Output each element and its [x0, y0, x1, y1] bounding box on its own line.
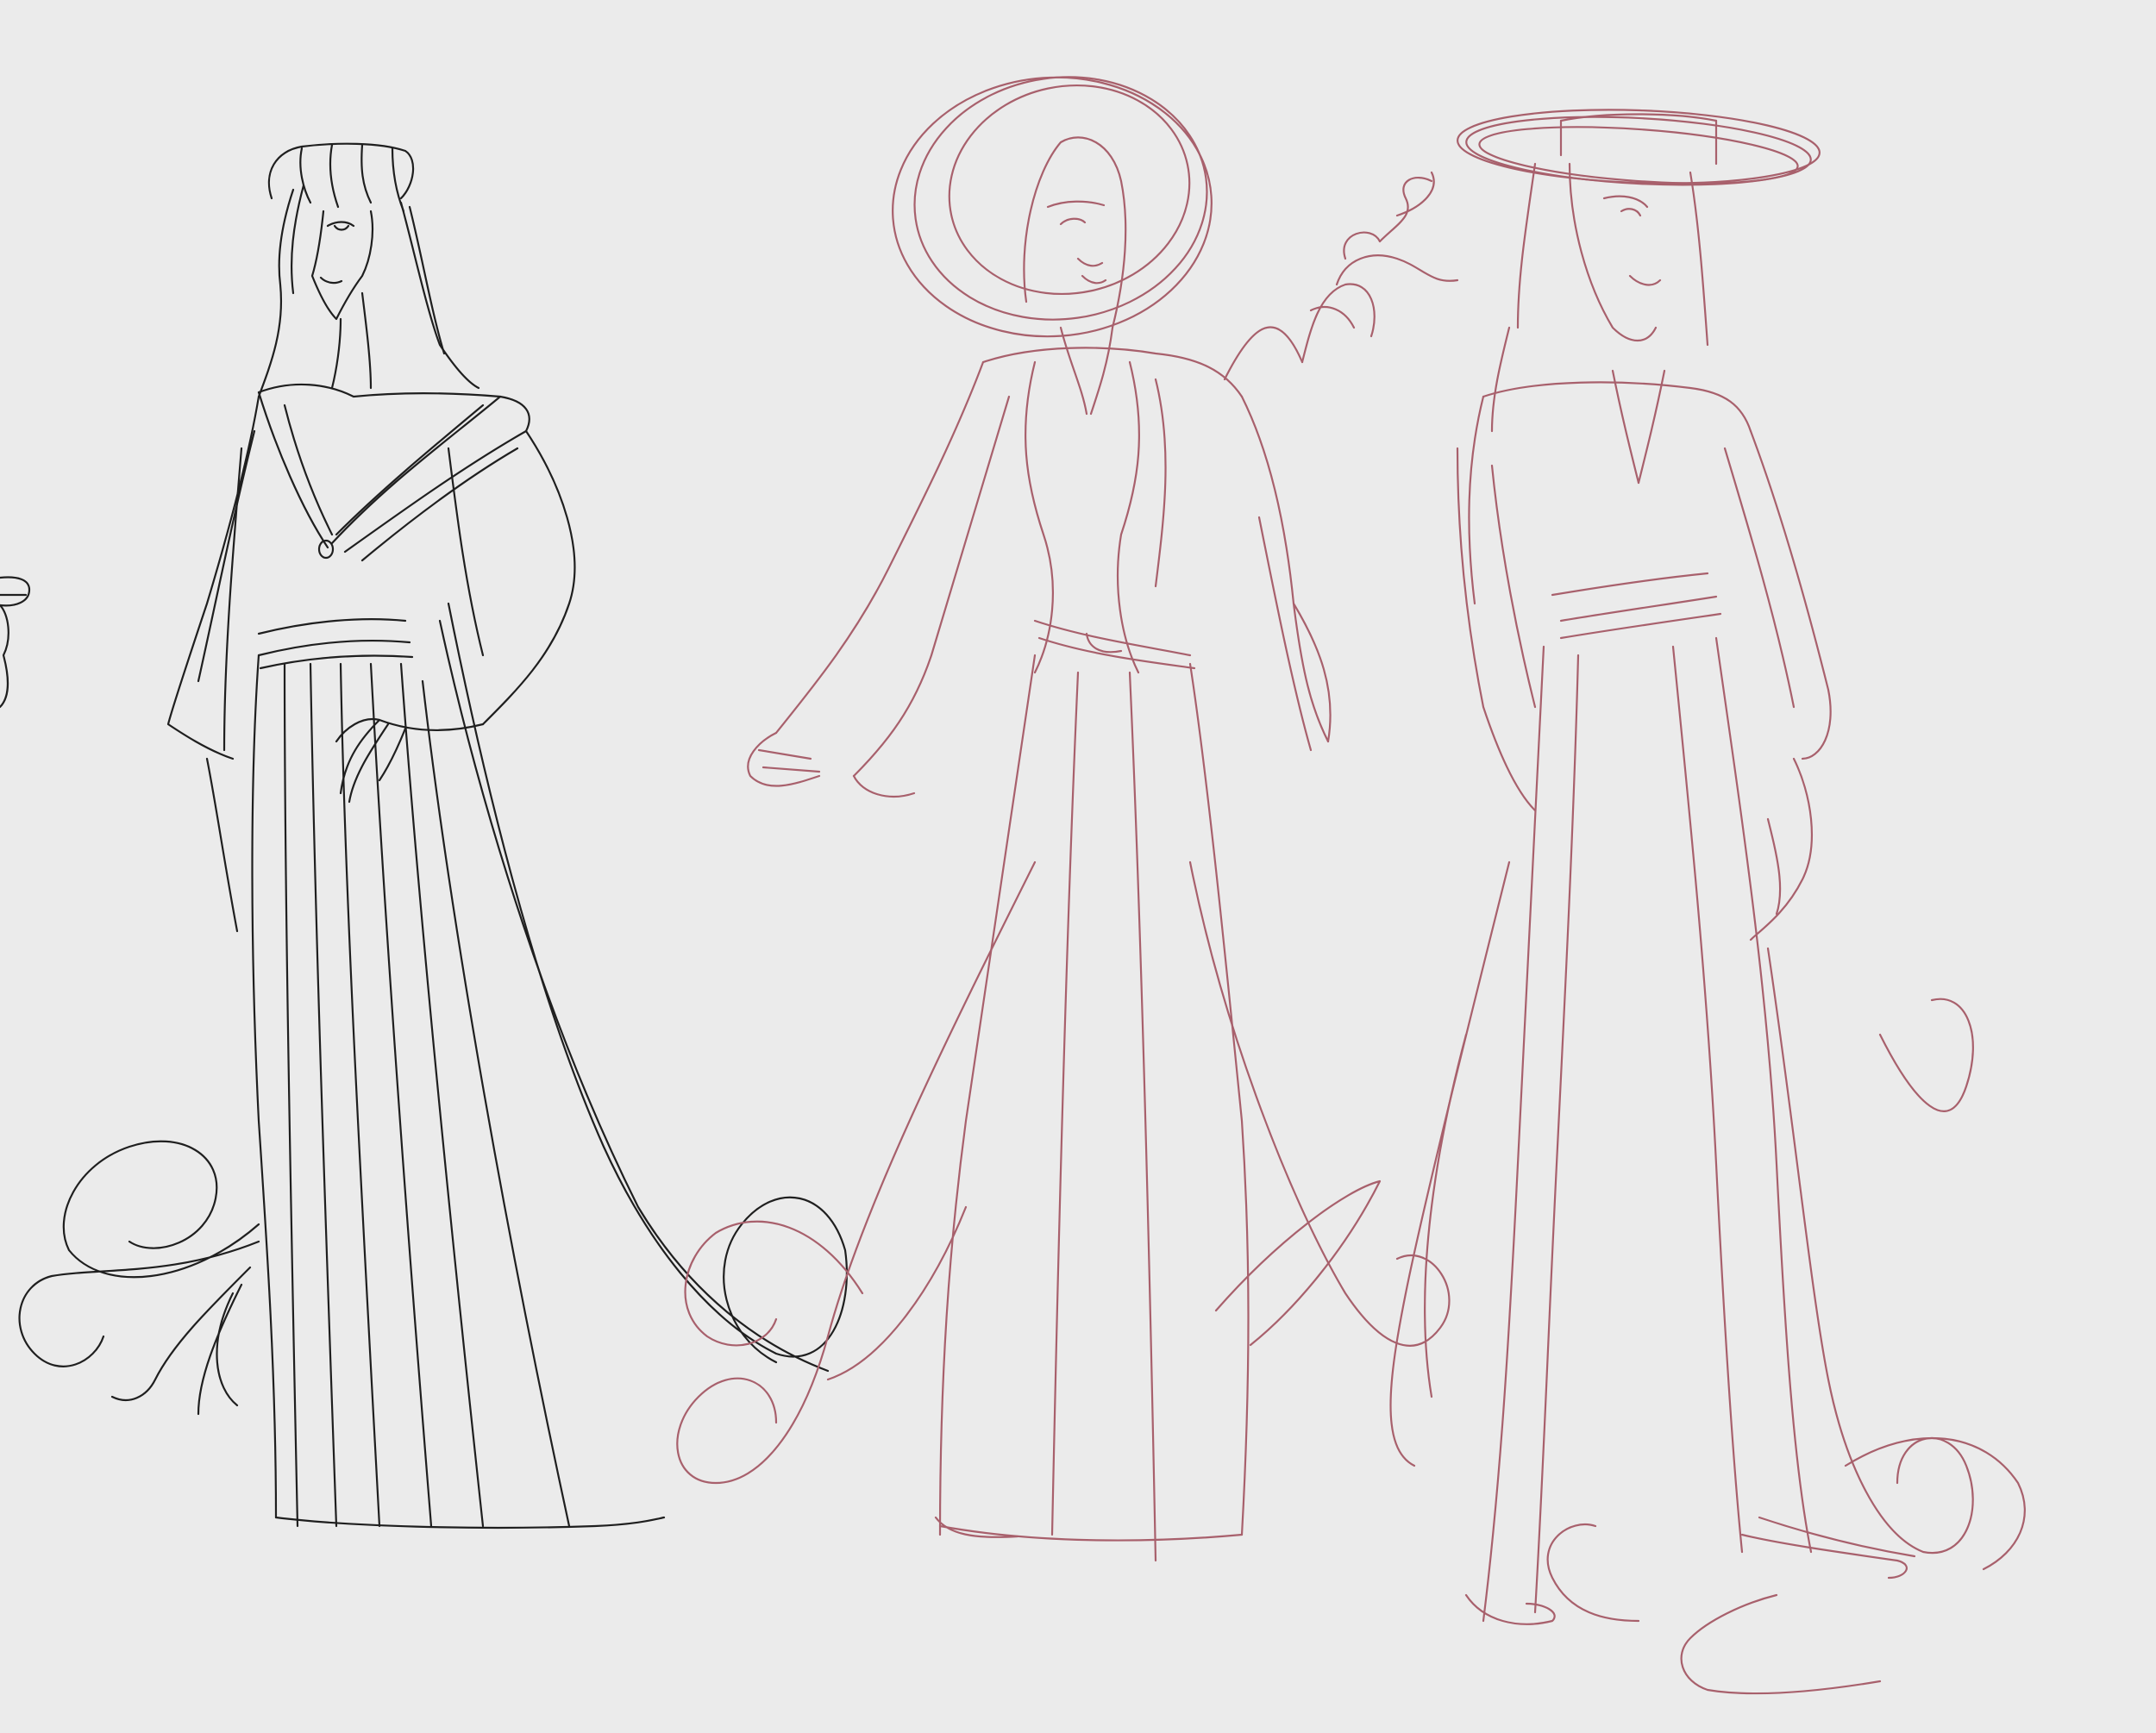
drawing-canvas	[0, 0, 2156, 1733]
drawing-surface	[0, 0, 2156, 1733]
